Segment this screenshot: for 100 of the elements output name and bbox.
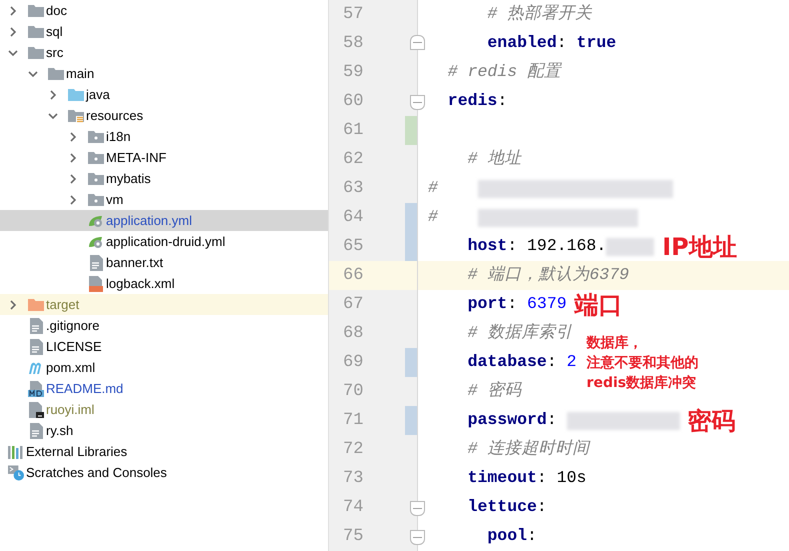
tree-item-label: resources: [86, 106, 144, 125]
annotation-text: 注意不要和其他的: [586, 354, 699, 372]
tree-item[interactable]: vm: [0, 189, 328, 210]
tree-item[interactable]: java: [0, 84, 328, 105]
tree-item-label: src: [46, 44, 64, 62]
tree-item-label: java: [86, 86, 110, 104]
tree-item-label: LICENSE: [46, 338, 102, 356]
chevron-right-icon[interactable]: [48, 90, 58, 100]
chevron-right-icon[interactable]: [68, 132, 78, 142]
line-number: 71: [343, 410, 364, 432]
chevron-right-icon[interactable]: [8, 6, 18, 16]
line-number: 65: [343, 236, 364, 258]
chevron-right-icon[interactable]: [68, 174, 78, 184]
tree-item[interactable]: META-INF: [0, 147, 328, 168]
annotation-text: redis数据库冲突: [586, 374, 698, 392]
tree-item[interactable]: target: [0, 294, 328, 315]
tree-item-label: logback.xml: [106, 274, 175, 293]
code-text: :: [546, 409, 558, 432]
annotation-label: 密码: [688, 406, 736, 434]
line-number: 58: [343, 33, 364, 55]
fold-marker[interactable]: [410, 530, 425, 545]
folder-icon: [28, 298, 44, 311]
tree-item[interactable]: LICENSE: [0, 336, 328, 357]
code-text: :: [507, 293, 518, 316]
tree-item[interactable]: Scratches and Consoles: [0, 462, 328, 483]
annotation-label: 端口: [574, 290, 623, 318]
package-folder-icon: [88, 151, 104, 164]
tree-item-label: META-INF: [106, 148, 166, 167]
text-file-icon: [90, 254, 102, 270]
line-number: 66: [343, 265, 364, 287]
package-folder-icon: [88, 172, 104, 185]
tree-item[interactable]: pom.xml: [0, 357, 328, 378]
chevron-right-icon[interactable]: [8, 300, 18, 310]
tree-item[interactable]: src: [0, 42, 328, 63]
line-number: 57: [343, 4, 364, 26]
line-number: 64: [343, 207, 364, 229]
chevron-right-icon[interactable]: [68, 194, 78, 204]
code-text: :: [556, 32, 568, 54]
tree-item[interactable]: doc: [0, 0, 328, 21]
change-marker[interactable]: [405, 232, 417, 261]
fold-marker[interactable]: [410, 95, 425, 110]
module-file-icon: [28, 402, 44, 418]
code-text: :: [527, 525, 537, 548]
tree-item[interactable]: mybatis: [0, 168, 328, 189]
tree-item[interactable]: sql: [0, 21, 328, 42]
fold-marker[interactable]: [410, 501, 425, 516]
tree-item[interactable]: banner.txt: [0, 252, 328, 273]
line-number: 60: [343, 91, 364, 113]
code-comment: #: [428, 206, 439, 228]
tree-item-label: application.yml: [106, 212, 192, 230]
redacted-blur: [606, 238, 654, 256]
change-marker[interactable]: [405, 203, 417, 232]
folder-icon: [28, 46, 44, 59]
annotation-label: IP地址: [662, 232, 737, 260]
tree-item[interactable]: README.md: [0, 378, 328, 399]
code-text: true: [576, 32, 616, 54]
tree-item-label: mybatis: [106, 170, 151, 188]
chevron-down-icon[interactable]: [28, 68, 38, 78]
tree-item-label: main: [66, 64, 94, 83]
code-comment: #: [428, 177, 439, 200]
tree-item-label: vm: [106, 190, 124, 209]
code-comment: # 端口，默认为6379: [466, 264, 630, 286]
chevron-down-icon[interactable]: [8, 48, 18, 58]
tree-item[interactable]: External Libraries: [0, 441, 328, 462]
change-marker[interactable]: [405, 406, 417, 435]
tree-item[interactable]: ry.sh: [0, 420, 328, 441]
chevron-right-icon[interactable]: [8, 26, 18, 36]
tree-item-label: target: [46, 296, 80, 314]
tree-item[interactable]: logback.xml: [0, 273, 328, 294]
tree-item[interactable]: application.yml: [0, 210, 328, 231]
tree-item[interactable]: resources: [0, 105, 328, 126]
tree-item[interactable]: ruoyi.iml: [0, 399, 328, 420]
leaf-gear-icon: [88, 214, 104, 228]
tree-item[interactable]: main: [0, 63, 328, 84]
package-folder-icon: [88, 130, 104, 143]
code-text: pool: [486, 525, 528, 548]
tree-item-label: External Libraries: [26, 442, 128, 461]
chevron-right-icon[interactable]: [68, 152, 78, 162]
code-text: host: [466, 235, 508, 258]
text-file-icon: [30, 318, 42, 334]
tree-item-label: Scratches and Consoles: [26, 464, 167, 482]
code-text: lettuce: [466, 496, 537, 518]
line-number: 59: [343, 62, 364, 84]
change-marker[interactable]: [405, 116, 417, 145]
line-number: 69: [343, 352, 364, 374]
folder-icon: [28, 4, 44, 17]
chevron-down-icon[interactable]: [48, 110, 58, 120]
fold-marker[interactable]: [410, 35, 425, 50]
code-text: enabled: [486, 32, 557, 54]
code-comment: # 热部署开关: [486, 3, 592, 26]
tree-item[interactable]: .gitignore: [0, 315, 328, 336]
code-text: redis: [446, 90, 498, 112]
change-marker[interactable]: [405, 348, 417, 377]
tree-item-label: pom.xml: [46, 358, 96, 377]
xml-file-icon: [89, 276, 103, 292]
tree-item[interactable]: i18n: [0, 126, 328, 147]
tree-item[interactable]: application-druid.yml: [0, 231, 328, 252]
tree-item-label: doc: [46, 2, 67, 20]
line-number: 74: [343, 497, 364, 519]
libraries-icon: [8, 444, 24, 458]
